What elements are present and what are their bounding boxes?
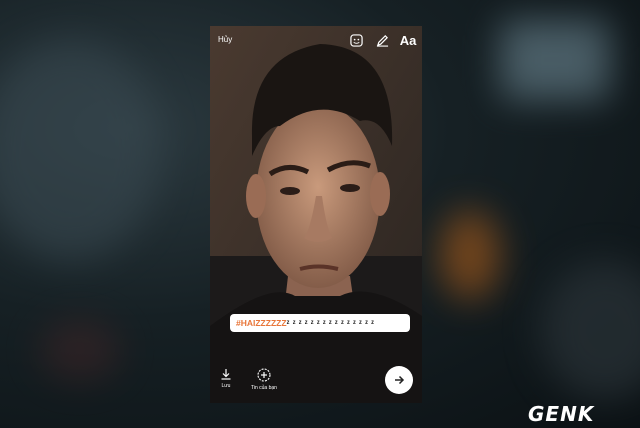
download-icon bbox=[221, 369, 231, 380]
hashtag-sticker[interactable]: #HAIZZZZZZ ᶻ ᶻ ᶻ ᶻ ᶻ ᶻ ᶻ ᶻ ᶻ ᶻ ᶻ ᶻ ᶻ ᶻ ᶻ bbox=[230, 314, 410, 332]
add-story-icon bbox=[257, 368, 271, 382]
send-button[interactable] bbox=[385, 366, 413, 394]
sleep-z-text: ᶻ ᶻ ᶻ ᶻ ᶻ ᶻ ᶻ ᶻ ᶻ ᶻ ᶻ ᶻ ᶻ ᶻ ᶻ bbox=[286, 318, 375, 328]
genk-logo: GENK bbox=[528, 402, 595, 426]
text-tool-button[interactable]: Aa bbox=[400, 32, 417, 48]
your-story-label: Tin của bạn bbox=[251, 385, 277, 391]
arrow-right-icon bbox=[395, 375, 405, 385]
selfie-photo bbox=[210, 26, 422, 403]
save-button[interactable]: Lưu bbox=[220, 368, 232, 389]
save-label: Lưu bbox=[221, 383, 231, 389]
hashtag-text: #HAIZZZZZZ bbox=[236, 318, 287, 328]
pen-icon[interactable] bbox=[374, 32, 390, 48]
top-toolbar: Hủy Aa bbox=[210, 26, 422, 56]
story-editor-screen: Hủy Aa #HAIZZZZZZ ᶻ ᶻ ᶻ ᶻ ᶻ ᶻ ᶻ ᶻ ᶻ ᶻ ᶻ … bbox=[210, 26, 422, 403]
cancel-button[interactable]: Hủy bbox=[218, 35, 232, 44]
sticker-icon[interactable] bbox=[348, 32, 364, 48]
your-story-button[interactable]: Tin của bạn bbox=[251, 368, 277, 391]
